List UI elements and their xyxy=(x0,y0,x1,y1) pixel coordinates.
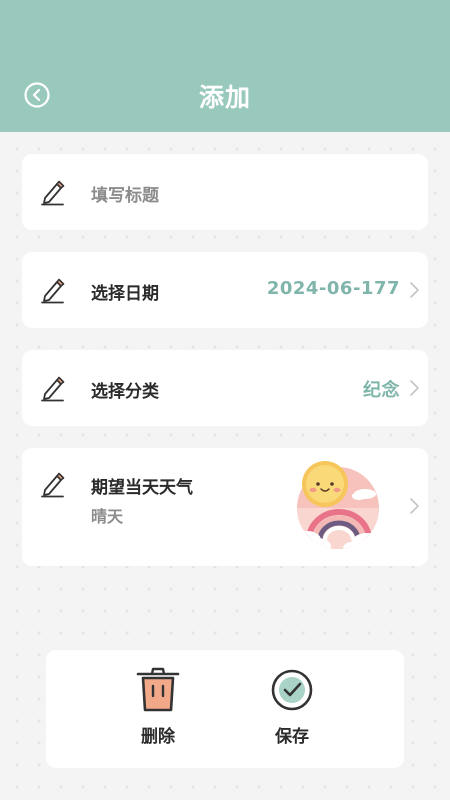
pencil-icon xyxy=(41,376,65,402)
header-bar: 添加 xyxy=(0,0,450,132)
pencil-icon xyxy=(41,278,65,304)
weather-label: 期望当天天气 xyxy=(91,478,193,498)
date-value: 2024-06-177 xyxy=(266,278,400,299)
page-title: 添加 xyxy=(198,83,251,112)
pencil-icon xyxy=(41,472,65,498)
title-input-placeholder[interactable]: 填写标题 xyxy=(91,181,159,206)
category-label: 选择分类 xyxy=(91,382,159,402)
action-bar: 删除 保存 xyxy=(46,650,404,768)
save-button[interactable]: 保存 xyxy=(252,666,332,756)
chevron-right-icon xyxy=(410,498,419,514)
delete-button[interactable]: 删除 xyxy=(118,666,198,756)
save-label: 保存 xyxy=(275,727,309,747)
delete-label: 删除 xyxy=(141,727,175,747)
category-value: 纪念 xyxy=(363,380,400,401)
weather-value: 晴天 xyxy=(91,507,124,526)
category-select-row[interactable]: 选择分类 纪念 xyxy=(22,350,428,426)
date-label: 选择日期 xyxy=(91,284,159,304)
chevron-right-icon xyxy=(410,380,419,396)
date-select-row[interactable]: 选择日期 2024-06-177 xyxy=(22,252,428,328)
check-circle-icon xyxy=(271,669,313,711)
pencil-icon xyxy=(41,180,65,206)
sun-rainbow-weather-illustration xyxy=(297,461,379,549)
title-input-row[interactable]: 填写标题 xyxy=(22,154,428,230)
weather-select-row[interactable]: 期望当天天气 晴天 xyxy=(22,448,428,566)
trash-icon xyxy=(136,667,180,712)
chevron-right-icon xyxy=(410,282,419,298)
